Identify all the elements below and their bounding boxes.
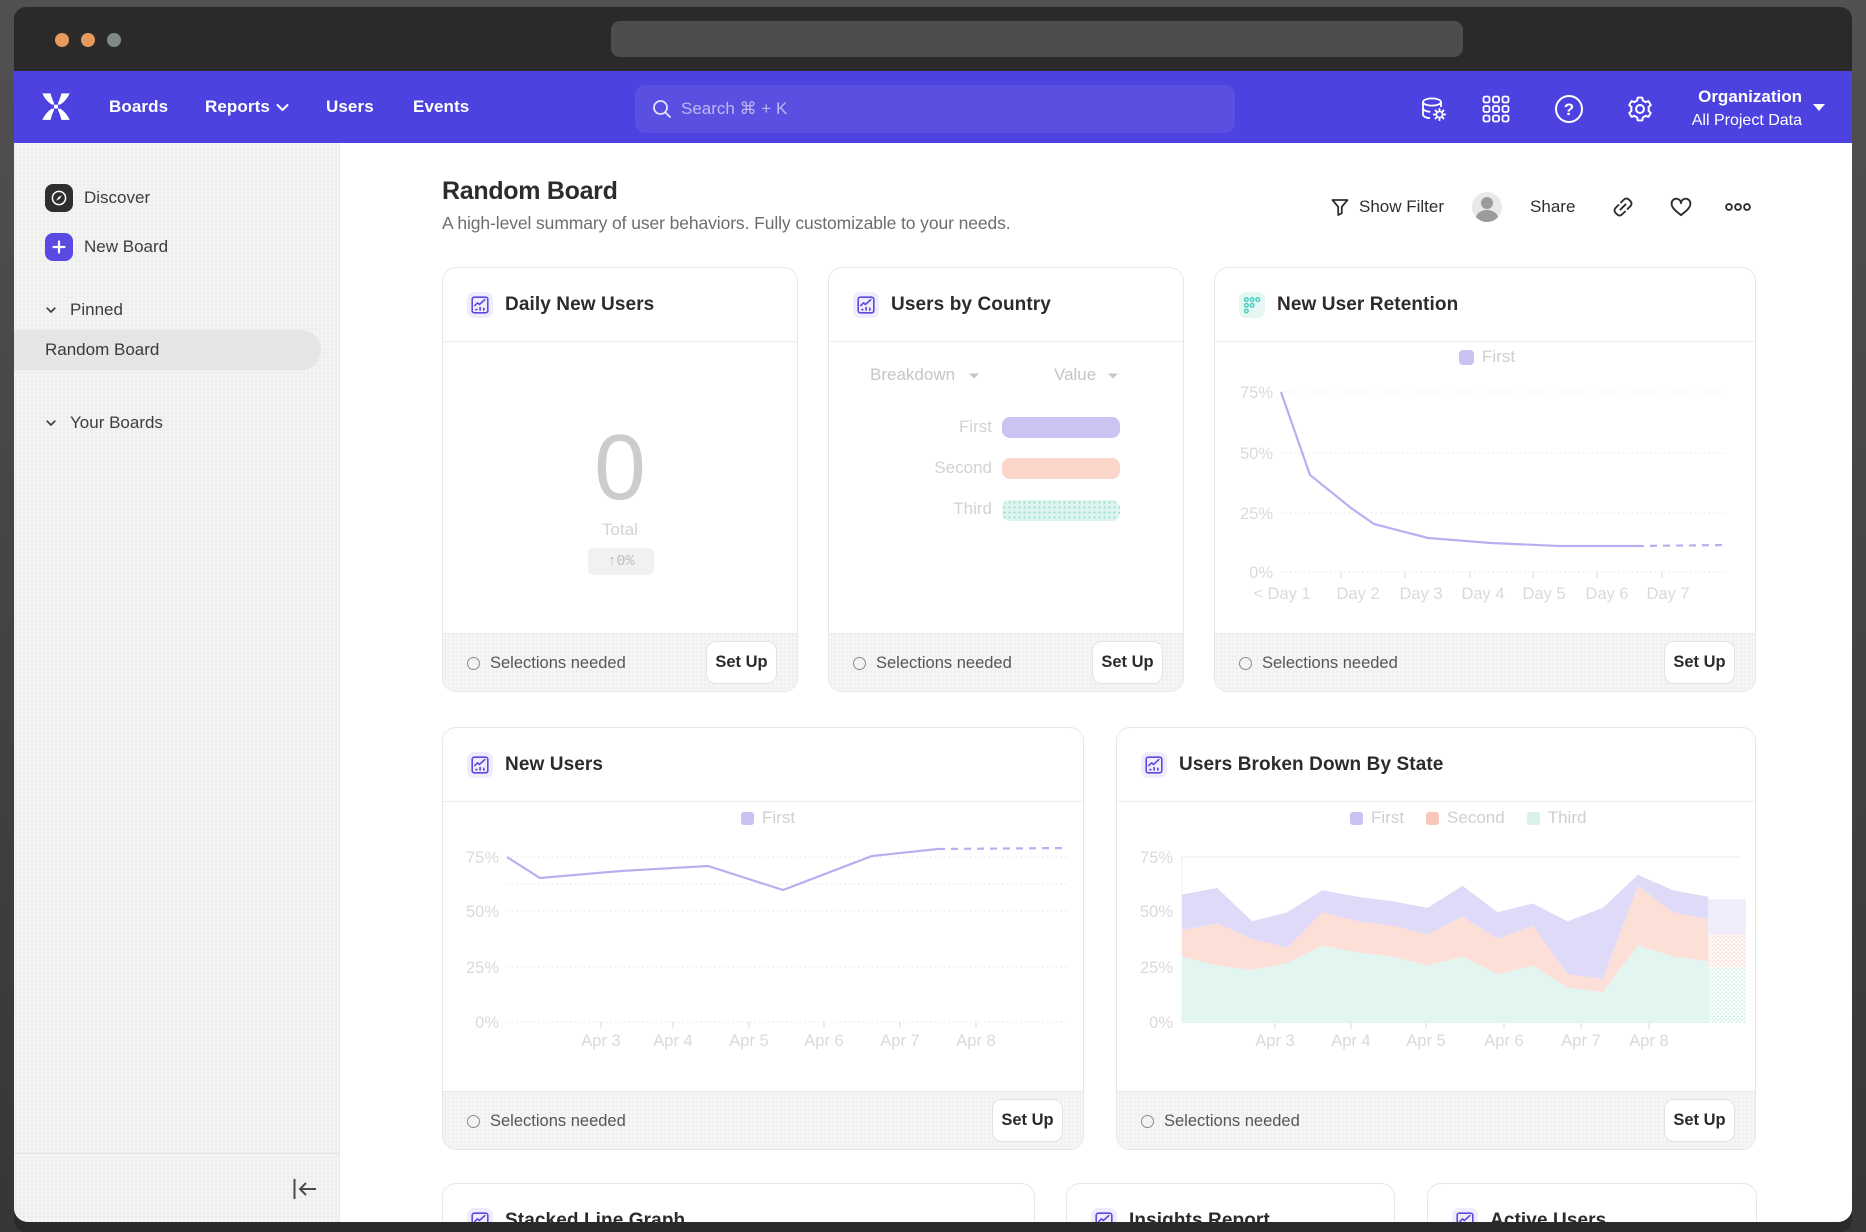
svg-text:Apr 4: Apr 4: [1331, 1032, 1370, 1050]
svg-text:25%: 25%: [466, 959, 499, 977]
svg-text:75%: 75%: [1240, 384, 1273, 402]
svg-text:< Day 1: < Day 1: [1253, 585, 1310, 603]
svg-text:75%: 75%: [466, 849, 499, 867]
svg-text:?: ?: [1564, 100, 1574, 119]
svg-text:Apr 8: Apr 8: [956, 1032, 995, 1050]
svg-text:Apr 6: Apr 6: [804, 1032, 843, 1050]
svg-text:75%: 75%: [1140, 849, 1173, 867]
svg-text:Day 3: Day 3: [1399, 585, 1442, 603]
svg-text:50%: 50%: [466, 903, 499, 921]
svg-text:0%: 0%: [1249, 564, 1273, 582]
svg-text:Day 7: Day 7: [1646, 585, 1689, 603]
svg-text:Day 2: Day 2: [1336, 585, 1379, 603]
svg-text:Apr 5: Apr 5: [729, 1032, 768, 1050]
svg-text:0%: 0%: [1149, 1014, 1173, 1032]
svg-text:50%: 50%: [1240, 445, 1273, 463]
svg-text:Day 5: Day 5: [1522, 585, 1565, 603]
svg-text:25%: 25%: [1240, 505, 1273, 523]
svg-text:Apr 7: Apr 7: [1561, 1032, 1600, 1050]
svg-text:25%: 25%: [1140, 959, 1173, 977]
svg-text:0%: 0%: [475, 1014, 499, 1032]
svg-text:Apr 5: Apr 5: [1406, 1032, 1445, 1050]
svg-text:Day 6: Day 6: [1585, 585, 1628, 603]
svg-text:Day 4: Day 4: [1461, 585, 1504, 603]
svg-text:50%: 50%: [1140, 903, 1173, 921]
svg-text:Apr 6: Apr 6: [1484, 1032, 1523, 1050]
svg-text:Apr 3: Apr 3: [1255, 1032, 1294, 1050]
svg-text:Apr 7: Apr 7: [880, 1032, 919, 1050]
svg-text:Apr 4: Apr 4: [653, 1032, 692, 1050]
svg-text:Apr 8: Apr 8: [1629, 1032, 1668, 1050]
svg-text:Apr 3: Apr 3: [581, 1032, 620, 1050]
